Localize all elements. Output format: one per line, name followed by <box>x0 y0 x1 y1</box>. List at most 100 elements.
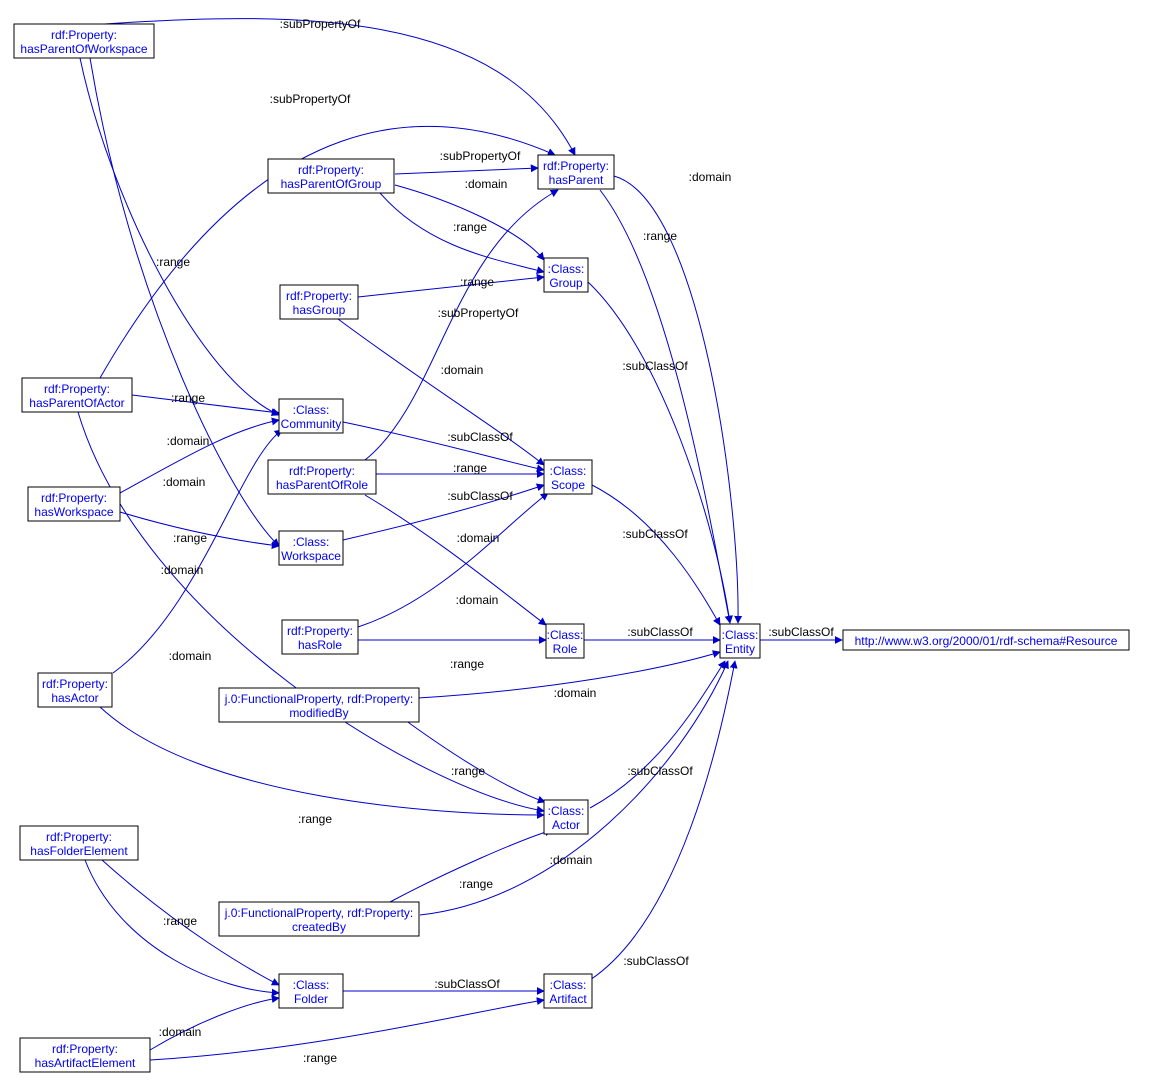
edge-label: :range <box>451 764 485 778</box>
svg-text:Artifact: Artifact <box>549 992 587 1006</box>
node-folder[interactable]: :Class: Folder <box>279 974 343 1008</box>
edge-hasparentofworkspace-subpropertyof-hasparent <box>90 19 575 155</box>
node-hasartifactelement[interactable]: rdf:Property: hasArtifactElement <box>20 1038 150 1072</box>
node-hasfolderelement[interactable]: rdf:Property: hasFolderElement <box>20 826 138 860</box>
node-role[interactable]: :Class: Role <box>546 624 584 658</box>
edge-label: :subPropertyOf <box>280 17 361 31</box>
svg-text:hasArtifactElement: hasArtifactElement <box>35 1056 136 1070</box>
svg-text:rdf:Property:: rdf:Property: <box>286 289 352 303</box>
svg-text:createdBy: createdBy <box>292 920 346 934</box>
edge-label: :range <box>303 1051 337 1065</box>
svg-text:Group: Group <box>549 276 583 290</box>
node-artifact[interactable]: :Class: Artifact <box>544 974 592 1008</box>
edge-label: :range <box>298 812 332 826</box>
edge-hasartifactelement-domain-folder <box>150 998 279 1050</box>
edge-label: :range <box>450 657 484 671</box>
node-group[interactable]: :Class: Group <box>544 258 588 292</box>
svg-text:rdf:Property:: rdf:Property: <box>51 28 117 42</box>
edge-label: :subClassOf <box>434 977 500 991</box>
edge-label: :range <box>163 914 197 928</box>
edge-label: :domain <box>550 853 593 867</box>
node-hasparentofrole[interactable]: rdf:Property: hasParentOfRole <box>268 460 376 494</box>
svg-text:rdf:Property:: rdf:Property: <box>543 159 609 173</box>
svg-text:hasRole: hasRole <box>298 638 342 652</box>
node-resource[interactable]: http://www.w3.org/2000/01/rdf-schema#Res… <box>843 630 1129 650</box>
svg-text:rdf:Property:: rdf:Property: <box>46 830 112 844</box>
edge-label: :domain <box>457 531 500 545</box>
edge-label: :domain <box>465 177 508 191</box>
edge-label: :range <box>156 255 190 269</box>
edge-hasparent-range-entity <box>600 190 730 623</box>
svg-text:rdf:Property:: rdf:Property: <box>41 491 107 505</box>
svg-text:hasParent: hasParent <box>549 173 604 187</box>
edge-label: :subPropertyOf <box>438 306 519 320</box>
edge-label: :subClassOf <box>768 625 834 639</box>
node-createdby[interactable]: j.0:FunctionalProperty, rdf:Property: cr… <box>219 902 419 936</box>
svg-text:rdf:Property:: rdf:Property: <box>287 624 353 638</box>
svg-text::Class:: :Class: <box>293 403 330 417</box>
edge-label: :subClassOf <box>622 359 688 373</box>
edge-label: :domain <box>456 593 499 607</box>
edge-label: :range <box>453 461 487 475</box>
node-hasparentofactor[interactable]: rdf:Property: hasParentOfActor <box>22 378 132 412</box>
edge-label: :subPropertyOf <box>440 149 521 163</box>
node-entity[interactable]: :Class: Entity <box>720 624 760 658</box>
svg-text:rdf:Property:: rdf:Property: <box>289 464 355 478</box>
edge-label: :domain <box>167 434 210 448</box>
svg-text::Class:: :Class: <box>550 978 587 992</box>
edge-label: :domain <box>161 563 204 577</box>
svg-text:hasParentOfRole: hasParentOfRole <box>276 478 368 492</box>
svg-text::Class:: :Class: <box>293 535 330 549</box>
node-hasactor[interactable]: rdf:Property: hasActor <box>38 673 112 707</box>
svg-text::Class:: :Class: <box>548 262 585 276</box>
svg-text::Class:: :Class: <box>293 978 330 992</box>
svg-text:rdf:Property:: rdf:Property: <box>298 163 364 177</box>
edge-label: :subClassOf <box>622 527 688 541</box>
edge-label: :range <box>643 229 677 243</box>
svg-text:j.0:FunctionalProperty, rdf:Pr: j.0:FunctionalProperty, rdf:Property: <box>224 692 414 706</box>
svg-text:hasActor: hasActor <box>51 691 98 705</box>
node-modifiedby[interactable]: j.0:FunctionalProperty, rdf:Property: mo… <box>219 688 419 722</box>
node-actor[interactable]: :Class: Actor <box>544 800 588 834</box>
svg-text:rdf:Property:: rdf:Property: <box>42 677 108 691</box>
svg-text:Scope: Scope <box>551 478 585 492</box>
node-hasrole[interactable]: rdf:Property: hasRole <box>282 620 358 654</box>
svg-text:Actor: Actor <box>552 818 580 832</box>
edge-hasgroup-range-group <box>358 277 544 297</box>
svg-text::Class:: :Class: <box>547 628 584 642</box>
node-hasgroup[interactable]: rdf:Property: hasGroup <box>280 285 358 319</box>
svg-text::Class:: :Class: <box>722 628 759 642</box>
edge-hasartifactelement-range-artifact <box>150 1000 544 1060</box>
edge-label: :domain <box>159 1025 202 1039</box>
edge-label: :domain <box>554 686 597 700</box>
svg-text:hasParentOfWorkspace: hasParentOfWorkspace <box>20 42 147 56</box>
edge-label: :domain <box>163 475 206 489</box>
edge-label: :subClassOf <box>447 430 513 444</box>
node-scope[interactable]: :Class: Scope <box>544 460 592 494</box>
edge-label: :range <box>459 877 493 891</box>
edge-hasactor-domain-community <box>113 430 282 673</box>
edge-hasrole-domain-scope <box>358 493 548 627</box>
rdf-ontology-graph: :subPropertyOf :domain :range :subProper… <box>0 0 1158 1092</box>
edge-label: :range <box>453 220 487 234</box>
node-hasparent[interactable]: rdf:Property: hasParent <box>538 155 614 189</box>
edge-label: :domain <box>169 649 212 663</box>
node-hasparentofworkspace[interactable]: rdf:Property: hasParentOfWorkspace <box>14 24 154 58</box>
edge-modifiedby-range-actor <box>405 720 545 802</box>
edge-label: :subClassOf <box>447 489 513 503</box>
node-workspace[interactable]: :Class: Workspace <box>279 531 343 565</box>
svg-text:hasWorkspace: hasWorkspace <box>34 505 113 519</box>
svg-text:Folder: Folder <box>294 992 328 1006</box>
edge-hasparentofactor-range-community <box>132 395 279 413</box>
svg-text:hasGroup: hasGroup <box>293 303 346 317</box>
svg-text:modifiedBy: modifiedBy <box>289 706 348 720</box>
node-hasparentofgroup[interactable]: rdf:Property: hasParentOfGroup <box>268 159 394 193</box>
edge-label: :domain <box>441 363 484 377</box>
edge-label: :range <box>171 391 205 405</box>
svg-text:hasFolderElement: hasFolderElement <box>30 844 128 858</box>
edge-scope-subclassof-entity <box>592 485 720 625</box>
node-community[interactable]: :Class: Community <box>279 399 343 433</box>
edge-hasparentofgroup-subpropertyof-hasparent <box>395 168 538 174</box>
svg-text:Community: Community <box>281 417 342 431</box>
node-hasworkspace[interactable]: rdf:Property: hasWorkspace <box>28 487 120 521</box>
